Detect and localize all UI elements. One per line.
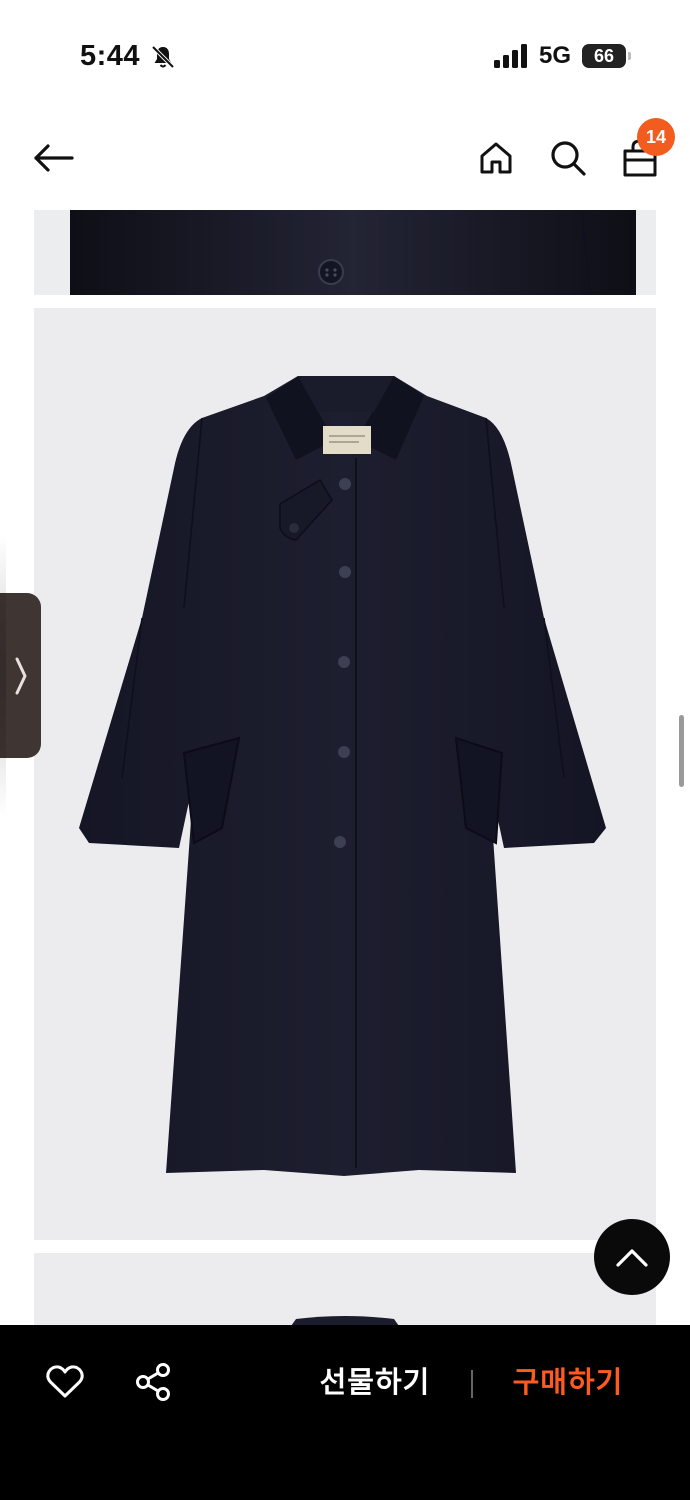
buy-button[interactable]: 구매하기 <box>493 1361 643 1405</box>
top-navigation <box>0 110 690 208</box>
battery-indicator: 66 <box>582 44 631 68</box>
search-button[interactable] <box>540 130 596 186</box>
back-button[interactable] <box>26 130 82 186</box>
scroll-indicator[interactable] <box>679 715 684 787</box>
network-label: 5G <box>539 42 572 69</box>
product-image-detail[interactable] <box>34 210 656 295</box>
side-drawer-handle[interactable] <box>0 533 41 818</box>
share-icon <box>136 1363 170 1401</box>
product-detail-screen: 5:44 5G 66 14 선물하기 구매하기 <box>0 0 690 1500</box>
cart-count-badge: 14 <box>637 118 675 156</box>
product-image-main[interactable] <box>34 308 656 1240</box>
home-icon <box>480 142 512 174</box>
chevron-up-icon <box>616 1249 648 1267</box>
bell-muted-icon <box>150 44 176 70</box>
cellular-signal-icon <box>494 44 530 68</box>
share-button[interactable] <box>132 1361 174 1403</box>
coat-illustration <box>79 376 606 1176</box>
heart-icon <box>46 1365 84 1398</box>
button-divider <box>471 1370 473 1398</box>
status-bar: 5:44 5G 66 <box>0 0 690 110</box>
product-image-next[interactable] <box>34 1253 656 1333</box>
scroll-to-top-button[interactable] <box>594 1219 670 1295</box>
status-time: 5:44 <box>80 40 141 72</box>
arrow-left-icon <box>34 144 74 172</box>
bottom-action-bar: 선물하기 구매하기 <box>0 1325 690 1500</box>
home-button[interactable] <box>468 130 524 186</box>
wishlist-button[interactable] <box>44 1361 86 1403</box>
chevron-right-icon <box>15 657 26 694</box>
search-icon <box>551 141 586 176</box>
gift-button[interactable]: 선물하기 <box>300 1361 450 1405</box>
